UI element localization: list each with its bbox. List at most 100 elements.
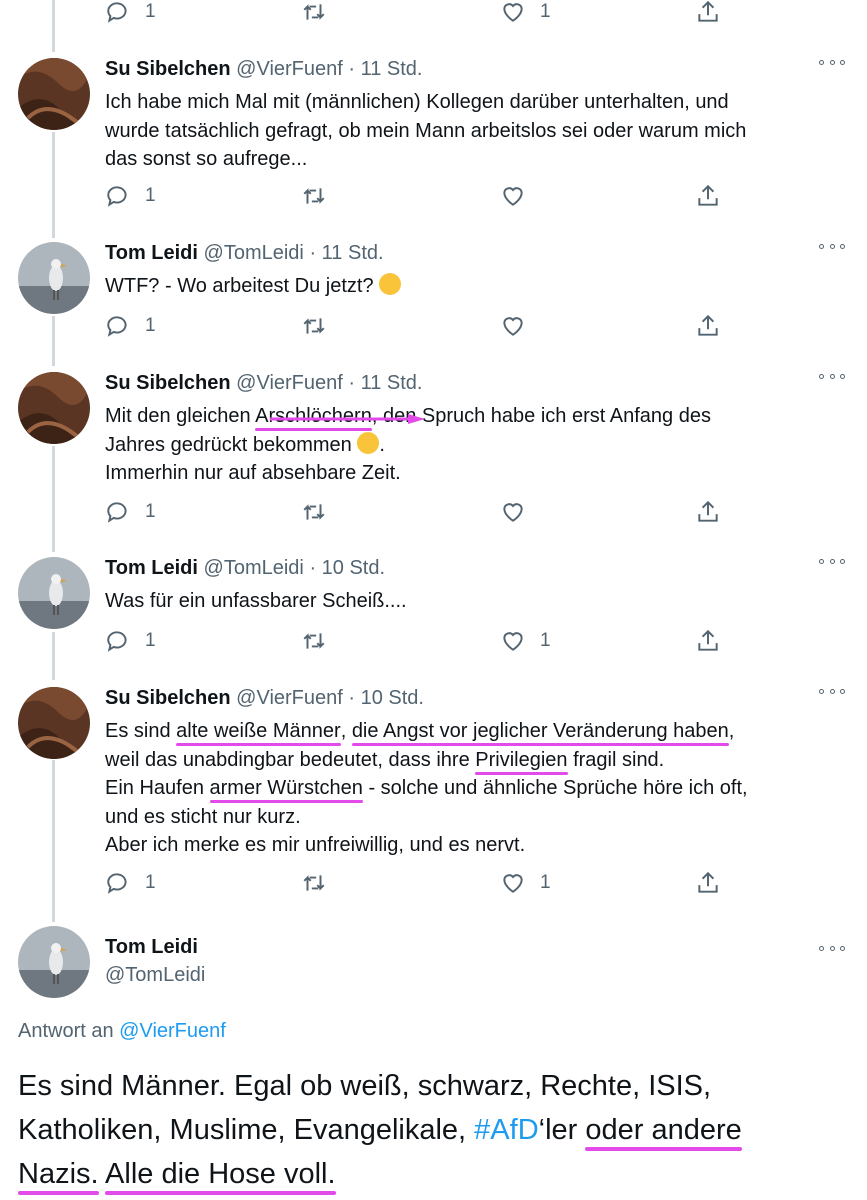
like-button[interactable] (500, 498, 526, 526)
reply-count: 1 (145, 501, 156, 522)
share-icon (698, 0, 718, 22)
thread-line (52, 760, 55, 922)
highlighted-text: alte weiße Männer (176, 720, 341, 742)
tweet-text: Was für ein unfassbarer Scheiß.... (105, 590, 407, 612)
author-name[interactable]: Su Sibelchen (105, 372, 231, 394)
thread-line (52, 132, 55, 238)
more-options-icon[interactable] (819, 938, 845, 958)
like-button[interactable] (500, 312, 526, 340)
more-options-icon[interactable] (819, 236, 845, 256)
reply-button[interactable]: 1 (105, 182, 156, 210)
avatar[interactable] (18, 242, 90, 314)
share-button[interactable] (695, 627, 721, 655)
author-handle[interactable]: @VierFuenf (236, 58, 343, 80)
reply-button[interactable]: 1 (105, 498, 156, 526)
avatar[interactable] (18, 372, 90, 444)
reply-icon (107, 873, 127, 894)
tweet-text: Mit den gleichen Arschlöchern, den Spruc… (105, 405, 711, 484)
reply-button[interactable]: 1 (105, 0, 156, 26)
retweet-button[interactable] (301, 312, 327, 340)
reply-button[interactable]: 1 (105, 869, 156, 897)
retweet-icon (303, 4, 325, 20)
retweet-button[interactable] (301, 498, 327, 526)
retweet-icon (303, 318, 325, 334)
timestamp[interactable]: · 11 Std. (348, 372, 422, 394)
like-count: 1 (540, 1, 551, 22)
more-options-icon[interactable] (819, 366, 845, 386)
share-icon (698, 314, 718, 336)
author-name[interactable]: Su Sibelchen (105, 687, 231, 709)
author-handle[interactable]: @TomLeidi (204, 242, 304, 264)
reply-count: 1 (145, 315, 156, 336)
tweet-header: Tom Leidi @TomLeidi · 11 Std. (105, 242, 384, 265)
reply-button[interactable]: 1 (105, 312, 156, 340)
reply-icon (107, 316, 127, 337)
thread-line (52, 0, 55, 52)
heart-icon (503, 874, 523, 893)
author-name[interactable]: Tom Leidi (105, 936, 198, 958)
author-handle[interactable]: @VierFuenf (236, 372, 343, 394)
retweet-button[interactable] (301, 182, 327, 210)
author-handle[interactable]: @TomLeidi (105, 964, 205, 987)
highlight-arrow (270, 414, 425, 424)
reply-icon (107, 2, 127, 23)
tweet-actions: 1 1 (105, 869, 745, 897)
author-name[interactable]: Su Sibelchen (105, 58, 231, 80)
like-button[interactable] (500, 182, 526, 210)
retweet-button[interactable] (301, 869, 327, 897)
heart-icon (503, 317, 523, 336)
tweet-actions: 1 (105, 182, 745, 210)
timestamp[interactable]: · 11 Std. (348, 58, 422, 80)
reply-context: Antwort an @VierFuenf (18, 1020, 226, 1042)
author-handle[interactable]: @TomLeidi (204, 557, 304, 579)
retweet-button[interactable] (301, 627, 327, 655)
upside-down-face-emoji (379, 273, 402, 295)
avatar[interactable] (18, 557, 90, 629)
more-options-icon[interactable] (819, 681, 845, 701)
retweet-icon (303, 188, 325, 204)
tweet-header: Tom Leidi @TomLeidi · 10 Std. (105, 557, 385, 580)
heart-icon (503, 187, 523, 206)
reply-count: 1 (145, 872, 156, 893)
more-options-icon[interactable] (819, 551, 845, 571)
share-button[interactable] (695, 498, 721, 526)
avatar[interactable] (18, 687, 90, 759)
author-name[interactable]: Tom Leidi (105, 242, 198, 264)
expressionless-face-emoji (357, 431, 380, 454)
highlighted-text: oder andere (585, 1114, 742, 1146)
like-button[interactable]: 1 (500, 869, 551, 897)
share-button[interactable] (695, 312, 721, 340)
like-button[interactable]: 1 (500, 627, 551, 655)
retweet-button[interactable] (301, 0, 327, 26)
more-options-icon[interactable] (819, 52, 845, 72)
retweet-icon (303, 875, 325, 891)
timestamp[interactable]: · 11 Std. (309, 242, 383, 264)
like-button[interactable]: 1 (500, 0, 551, 26)
avatar[interactable] (18, 58, 90, 130)
reply-to-handle-link[interactable]: @VierFuenf (119, 1020, 226, 1042)
retweet-icon (303, 633, 325, 649)
highlighted-text: die Angst vor jeglicher Veränderung habe… (351, 720, 729, 742)
highlighted-text: Nazis. (18, 1158, 99, 1190)
hashtag-link[interactable]: #AfD (474, 1114, 538, 1146)
tweet-text: Es sind alte weiße Männer, die Angst vor… (105, 720, 748, 856)
timestamp[interactable]: · 10 Std. (348, 687, 424, 709)
share-icon (698, 871, 718, 893)
share-button[interactable] (695, 869, 721, 897)
share-icon (698, 500, 718, 522)
author-handle[interactable]: @VierFuenf (236, 687, 343, 709)
tweet-header: Su Sibelchen @VierFuenf · 11 Std. (105, 372, 423, 395)
tweet-actions: 1 1 (105, 0, 745, 26)
reply-count: 1 (145, 185, 156, 206)
highlighted-text: Alle die Hose voll. (105, 1158, 336, 1190)
reply-count: 1 (145, 1, 156, 22)
timestamp[interactable]: · 10 Std. (309, 557, 385, 579)
heart-icon (503, 503, 523, 522)
share-button[interactable] (695, 0, 721, 26)
reply-button[interactable]: 1 (105, 627, 156, 655)
reply-icon (107, 502, 127, 523)
share-icon (698, 629, 718, 651)
author-name[interactable]: Tom Leidi (105, 557, 198, 579)
share-button[interactable] (695, 182, 721, 210)
avatar[interactable] (18, 926, 90, 998)
